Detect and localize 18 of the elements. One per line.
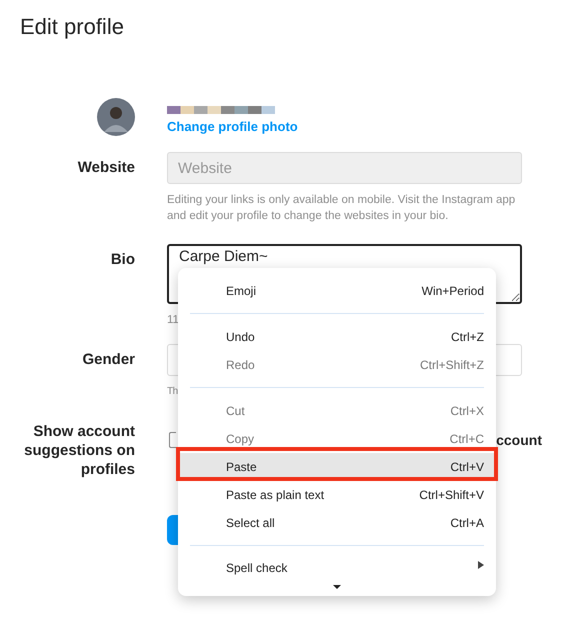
menu-item[interactable]: Undo Ctrl+Z [178, 323, 496, 351]
checkbox-label: ccount [496, 432, 542, 448]
menu-item[interactable]: Emoji Win+Period [178, 277, 496, 305]
field-label: Bio [110, 250, 135, 270]
avatar[interactable] [97, 98, 135, 136]
character-count: 11 [167, 313, 179, 328]
submenu-arrow-icon [478, 561, 484, 569]
scroll-down-icon[interactable] [333, 585, 341, 589]
field-label: Show account suggestions on profiles [23, 422, 135, 479]
help-text: Th [167, 385, 178, 399]
menu-item[interactable]: Paste as plain text Ctrl+Shift+V [178, 481, 496, 509]
checkbox[interactable] [169, 432, 176, 448]
help-text: Editing your links is only available on mobile. Visit the Instagram app and edit your profile to change the websites in your bio. [167, 193, 516, 224]
menu-item[interactable]: Spell check [178, 555, 496, 577]
field-label: Website [78, 158, 135, 178]
menu-item[interactable]: Select all Ctrl+A [178, 509, 496, 537]
field-label: Gender [82, 350, 135, 370]
page-title: Edit profile [19, 13, 125, 41]
